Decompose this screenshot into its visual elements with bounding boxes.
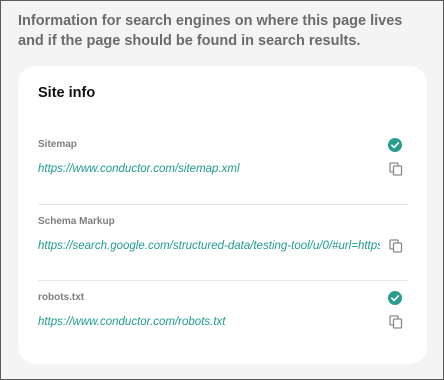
copy-icon[interactable]	[389, 239, 403, 253]
sitemap-url-link[interactable]: https://www.conductor.com/sitemap.xml	[38, 163, 380, 175]
sitemap-label: Sitemap	[38, 139, 77, 150]
schema-markup-label: Schema Markup	[38, 216, 115, 227]
copy-icon[interactable]	[389, 315, 403, 329]
copy-icon[interactable]	[389, 162, 403, 176]
schema-markup-row: Schema Markup https://search.google.com/…	[38, 204, 408, 281]
site-info-card: Site info Sitemap https://www.conductor.…	[18, 66, 427, 364]
schema-markup-url-link[interactable]: https://search.google.com/structured-dat…	[38, 240, 380, 252]
card-title: Site info	[38, 85, 96, 101]
robots-txt-label: robots.txt	[38, 292, 85, 303]
intro-description: Information for search engines on where …	[18, 13, 403, 49]
sitemap-row: Sitemap https://www.conductor.com/sitema…	[38, 128, 408, 204]
robots-txt-url-link[interactable]: https://www.conductor.com/robots.txt	[38, 316, 380, 328]
robots-txt-row: robots.txt https://www.conductor.com/rob…	[38, 280, 408, 357]
check-circle-icon	[388, 291, 402, 305]
check-circle-icon	[388, 138, 402, 152]
